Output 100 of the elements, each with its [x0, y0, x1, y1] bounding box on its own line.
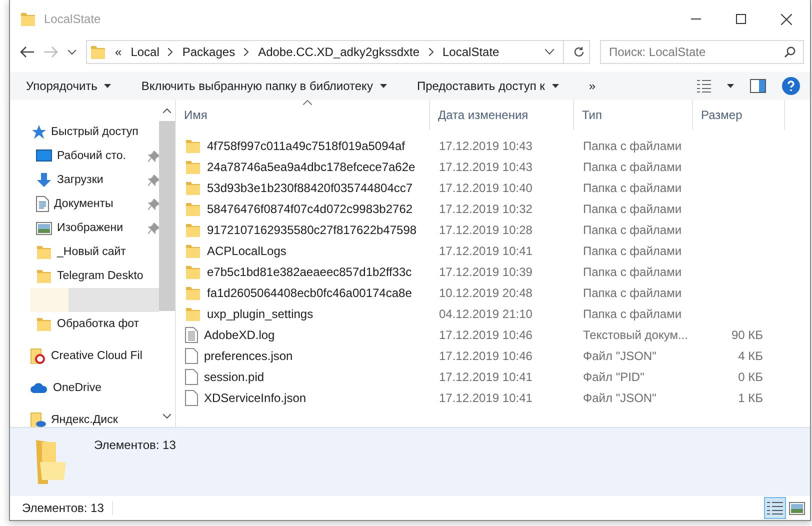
date-cell-text: 17.12.2019 10:46 — [438, 328, 534, 342]
view-options-icon[interactable] — [697, 79, 711, 93]
type-cell-text: Папка с файлами — [582, 138, 683, 152]
folder-icon — [185, 180, 201, 196]
breadcrumb[interactable]: Adobe.CC.XD_adky2gkssdxte — [258, 45, 420, 59]
sidebar-item[interactable]: Изображени — [10, 216, 159, 240]
folder-icon — [185, 158, 201, 174]
file-name[interactable]: uxp_plugin_settings — [207, 306, 314, 320]
date-cell-text: 17.12.2019 10:41 — [438, 244, 534, 258]
preview-pane-icon[interactable] — [750, 79, 766, 93]
date-cell-text: 17.12.2019 10:40 — [438, 180, 534, 194]
sidebar-item[interactable]: Creative Cloud Fil — [10, 344, 159, 368]
type-cell-text: Папка с файлами — [582, 286, 683, 300]
sidebar-item[interactable]: OneDrive — [10, 376, 159, 400]
text-file-icon — [185, 326, 198, 342]
size-cell-text: 4 КБ — [737, 348, 764, 362]
window-title: LocalState — [44, 12, 101, 26]
file-icon — [185, 368, 198, 384]
sidebar-item[interactable]: Документы — [10, 192, 159, 216]
type-cell-text: Файл "JSON" — [582, 348, 658, 362]
type-cell-text: Папка с файлами — [582, 244, 683, 258]
search-icon — [784, 46, 796, 58]
file-name[interactable]: AdobeXD.log — [204, 328, 275, 342]
maximize-icon[interactable] — [736, 14, 746, 24]
dropdown-chevron-icon[interactable] — [545, 49, 554, 55]
open-folder-icon — [36, 438, 66, 484]
breadcrumb[interactable]: Local — [130, 45, 160, 59]
column-header[interactable]: Размер — [693, 100, 785, 130]
toolbar-menu-button[interactable]: Предоставить доступ к — [408, 74, 567, 98]
file-name[interactable]: ACPLocalLogs — [207, 244, 286, 258]
date-cell-text: 17.12.2019 10:28 — [438, 222, 534, 236]
folder-icon — [185, 138, 201, 154]
file-icon — [185, 390, 198, 406]
folder-icon — [185, 242, 201, 258]
help-icon[interactable] — [782, 77, 800, 95]
star-icon — [30, 124, 46, 140]
refresh-icon[interactable] — [573, 46, 585, 58]
type-cell-text: Папка с файлами — [582, 222, 683, 236]
address-bar[interactable]: « Local Packages Adobe.CC.XD_adky2gkssdxte LocalState — [86, 40, 590, 64]
more-button[interactable]: » — [580, 74, 604, 98]
type-cell-text: Папка с файлами — [582, 202, 683, 216]
folder-icon — [36, 244, 52, 260]
type-cell-text: Папка с файлами — [582, 160, 683, 174]
separator-chevron-icon — [168, 48, 174, 56]
type-cell-text: Папка с файлами — [582, 264, 683, 278]
back-arrow-icon[interactable] — [20, 46, 34, 58]
file-name[interactable]: 24a78746a5ea9a4dbc178efcece7a62e — [207, 160, 416, 174]
scroll-down-icon[interactable] — [163, 414, 171, 419]
document-icon — [36, 196, 49, 212]
file-name[interactable]: 4f758f997c011a49c7518f019a5094af — [207, 138, 405, 152]
date-cell-text: 17.12.2019 10:41 — [438, 370, 534, 384]
sidebar-item[interactable]: Загрузки — [10, 168, 159, 192]
file-name[interactable]: 53d93b3e1b230f88420f035744804cc7 — [207, 180, 413, 194]
date-cell-text: 17.12.2019 10:32 — [438, 202, 534, 216]
folder-icon — [185, 222, 201, 238]
file-name[interactable]: 9172107162935580c27f817622b47598 — [207, 222, 417, 236]
separator-chevron-icon — [244, 48, 250, 56]
status-text: Элементов: 13 — [22, 501, 113, 515]
column-header[interactable]: Дата изменения — [430, 100, 574, 130]
folder-icon — [185, 264, 201, 280]
date-cell-text: 17.12.2019 10:39 — [438, 264, 534, 278]
sidebar-item[interactable]: Рабочий сто. — [10, 144, 159, 168]
chevron-icon[interactable] — [68, 50, 76, 54]
size-cell-text: 90 КБ — [730, 328, 764, 342]
caret-icon[interactable] — [727, 84, 734, 88]
column-header[interactable]: Имя — [176, 100, 430, 130]
folder-icon — [36, 268, 52, 284]
toolbar-menu-button[interactable]: Упорядочить — [18, 74, 120, 98]
overflow-chevron[interactable]: « — [115, 45, 122, 59]
sidebar-item[interactable]: Быстрый доступ — [10, 120, 159, 144]
sidebar-item[interactable]: _Новый сайт — [10, 240, 159, 264]
file-icon — [185, 348, 198, 364]
sort-caret-icon — [302, 100, 312, 105]
file-name[interactable]: XDServiceInfo.json — [204, 390, 306, 404]
toolbar-menu-button[interactable]: Включить выбранную папку в библиотеку — [133, 74, 395, 98]
details-view-button[interactable] — [764, 497, 786, 519]
folder-icon — [20, 10, 36, 28]
type-cell-text: Папка с файлами — [582, 180, 683, 194]
file-name[interactable]: session.pid — [204, 370, 264, 384]
sidebar-item[interactable]: Обработка фот — [10, 312, 159, 336]
breadcrumb[interactable]: Packages — [182, 45, 236, 59]
cloud-icon — [30, 382, 48, 394]
sidebar-item[interactable]: Telegram Deskto — [10, 264, 159, 288]
item-count: Элементов: 13 — [94, 438, 176, 452]
separator-chevron-icon — [428, 48, 434, 56]
file-name[interactable]: fa1d2605064408ecb0fc46a00174ca8e — [207, 286, 412, 300]
image-icon — [36, 222, 52, 234]
date-cell-text: 17.12.2019 10:46 — [438, 348, 534, 362]
column-header[interactable]: Тип — [574, 100, 693, 130]
file-name[interactable]: e7b5c1bd81e382aeaeec857d1b2ff33c — [207, 264, 412, 278]
date-cell-text: 17.12.2019 10:43 — [438, 138, 534, 152]
search-field[interactable]: Поиск: LocalState — [600, 40, 804, 64]
folder-icon — [185, 306, 201, 322]
type-cell-text: Файл "JSON" — [582, 390, 658, 404]
breadcrumb[interactable]: LocalState — [442, 45, 500, 59]
close-icon[interactable] — [781, 14, 792, 24]
file-name[interactable]: 58476476f0874f07c4d072c9983b2762 — [207, 202, 413, 216]
scroll-up-icon[interactable] — [163, 108, 171, 113]
date-cell-text: 17.12.2019 10:43 — [438, 160, 534, 174]
file-name[interactable]: preferences.json — [204, 348, 293, 362]
